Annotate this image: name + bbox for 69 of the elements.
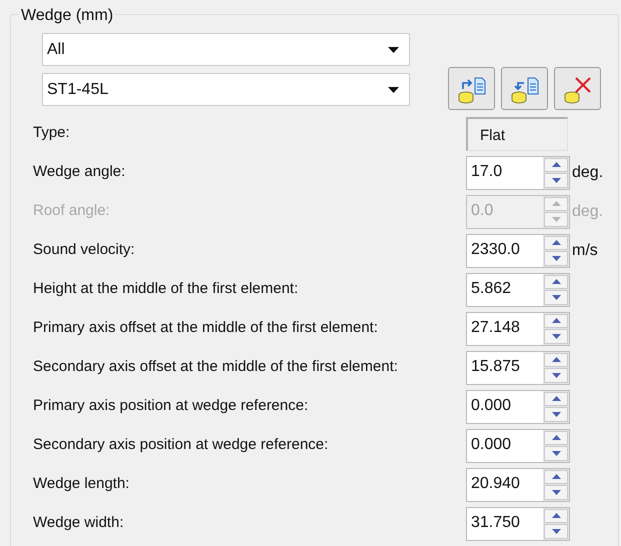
spin-down-button[interactable]: [544, 251, 568, 266]
up-arrow-icon: [552, 513, 560, 518]
down-arrow-icon: [552, 490, 560, 495]
down-arrow-icon: [552, 412, 560, 417]
number-field[interactable]: 15.875: [466, 350, 570, 384]
up-arrow-icon: [552, 279, 560, 284]
up-arrow-icon: [552, 162, 560, 168]
number-field[interactable]: 17.0: [466, 156, 570, 190]
spin-down-button[interactable]: [544, 524, 568, 538]
number-field[interactable]: 0.000: [466, 390, 570, 424]
down-arrow-icon: [552, 216, 560, 222]
spin-up-button[interactable]: [544, 352, 568, 367]
spin-up-button[interactable]: [544, 392, 568, 406]
spin-down-button[interactable]: [544, 329, 568, 344]
spin-up-button[interactable]: [544, 470, 568, 484]
unit-label: m/s: [572, 240, 598, 260]
up-arrow-icon: [552, 318, 560, 324]
field-label: Wedge width:: [33, 513, 125, 534]
spin-down-button[interactable]: [544, 407, 568, 422]
field-label: Primary axis offset at the middle of the first element:: [33, 318, 379, 338]
spin-up-button[interactable]: [544, 430, 568, 445]
spin-down-button[interactable]: [544, 446, 568, 460]
type-value: Flat: [480, 126, 506, 144]
number-field[interactable]: 31.750: [466, 506, 570, 540]
field-label: Type:: [33, 123, 71, 144]
delete-button[interactable]: [554, 67, 601, 110]
spin-up-button[interactable]: [544, 236, 568, 250]
spin-down-button[interactable]: [544, 290, 568, 304]
dropdown-arrow-icon: [388, 46, 399, 52]
import-button[interactable]: [501, 67, 548, 110]
up-arrow-icon: [552, 396, 560, 402]
down-arrow-icon: [552, 178, 560, 183]
spin-down-button[interactable]: [544, 485, 568, 500]
spin-down-button[interactable]: [544, 173, 568, 188]
number-field[interactable]: 20.940: [466, 468, 570, 502]
spin-down-button[interactable]: [544, 368, 568, 382]
down-arrow-icon: [552, 256, 560, 261]
field-label: Height at the middle of the first element:: [33, 279, 300, 300]
up-arrow-icon: [552, 435, 560, 440]
spin-up-button[interactable]: [544, 314, 568, 328]
field-label: Secondary axis offset at the middle of the first element:: [33, 357, 399, 378]
export-button[interactable]: [448, 67, 495, 110]
dropdown[interactable]: ST1-45L: [42, 73, 410, 106]
up-arrow-icon: [552, 474, 560, 480]
field-label: Secondary axis position at wedge reference:: [33, 435, 330, 456]
dropdown[interactable]: All: [42, 33, 410, 66]
dropdown-arrow-icon: [388, 86, 399, 92]
down-arrow-icon: [552, 450, 560, 456]
number-field[interactable]: 2330.0: [466, 234, 570, 268]
down-arrow-icon: [552, 294, 560, 300]
unit-label: deg.: [572, 162, 604, 182]
number-field[interactable]: 5.862: [466, 272, 570, 306]
number-field[interactable]: 27.148: [466, 312, 570, 346]
number-field[interactable]: 0.000: [466, 428, 570, 462]
up-arrow-icon: [552, 357, 560, 362]
field-label: Sound velocity:: [33, 240, 136, 260]
spin-up-button[interactable]: [544, 158, 568, 172]
field-label: Wedge length:: [33, 474, 130, 494]
field-label: Wedge angle:: [33, 162, 126, 182]
spin-up-button[interactable]: [544, 508, 568, 523]
field-label: Roof angle:: [33, 201, 111, 222]
field-label: Primary axis position at wedge reference:: [33, 396, 310, 416]
unit-label: deg.: [572, 202, 604, 222]
down-arrow-icon: [552, 334, 560, 339]
down-arrow-icon: [552, 372, 560, 378]
up-arrow-icon: [552, 240, 560, 246]
up-arrow-icon: [552, 201, 560, 206]
down-arrow-icon: [552, 528, 560, 534]
spin-up-button[interactable]: [544, 274, 568, 289]
